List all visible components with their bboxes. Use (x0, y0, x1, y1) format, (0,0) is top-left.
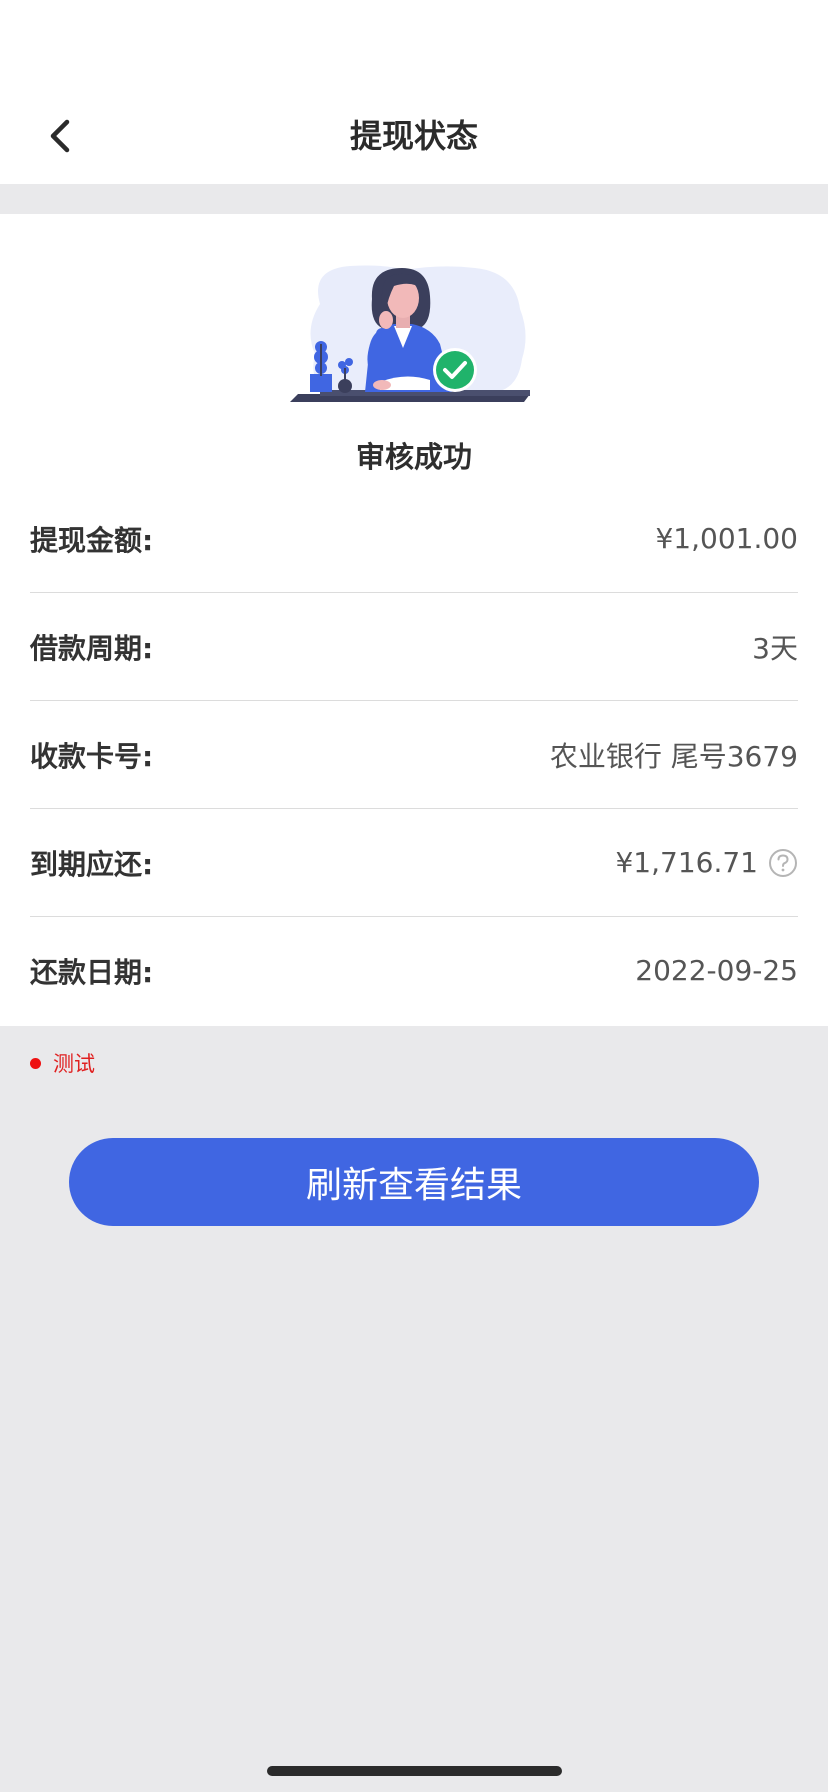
card-number-value: 农业银行 尾号3679 (549, 739, 798, 773)
home-indicator (267, 1766, 562, 1776)
page-title: 提现状态 (349, 117, 478, 155)
loan-period-row: 借款周期: 3天 (30, 593, 798, 701)
due-amount-value-wrap: ¥1,716.71 (615, 846, 798, 879)
withdraw-amount-label: 提现金额: (30, 523, 154, 557)
refresh-result-button[interactable]: 刷新查看结果 (69, 1138, 759, 1226)
repay-date-value: 2022-09-25 (635, 954, 798, 987)
review-success-illustration (290, 265, 530, 402)
withdraw-amount-value: ¥1,001.00 (655, 522, 798, 555)
withdraw-status-card: 审核成功 提现金额: ¥1,001.00 借款周期: 3天 收款卡号: 农业银行… (0, 214, 828, 1026)
review-status-text: 审核成功 (355, 440, 472, 474)
repay-date-row: 还款日期: 2022-09-25 (30, 917, 798, 1024)
nav-bar: 提现状态 (0, 88, 828, 184)
due-amount-label: 到期应还: (30, 847, 154, 881)
test-tag: 测试 (30, 1048, 95, 1078)
loan-period-value: 3天 (752, 631, 798, 665)
due-amount-value: ¥1,716.71 (615, 846, 758, 879)
card-number-row: 收款卡号: 农业银行 尾号3679 (30, 701, 798, 809)
test-tag-text: 测试 (53, 1052, 95, 1076)
status-bar (0, 0, 828, 88)
loan-period-label: 借款周期: (30, 631, 154, 665)
red-dot-icon (30, 1057, 41, 1069)
withdraw-amount-row: 提现金额: ¥1,001.00 (30, 485, 798, 593)
due-amount-row: 到期应还: ¥1,716.71 (30, 809, 798, 917)
question-circle-icon[interactable] (768, 848, 798, 878)
repay-date-label: 还款日期: (30, 955, 154, 989)
card-number-label: 收款卡号: (30, 739, 154, 773)
